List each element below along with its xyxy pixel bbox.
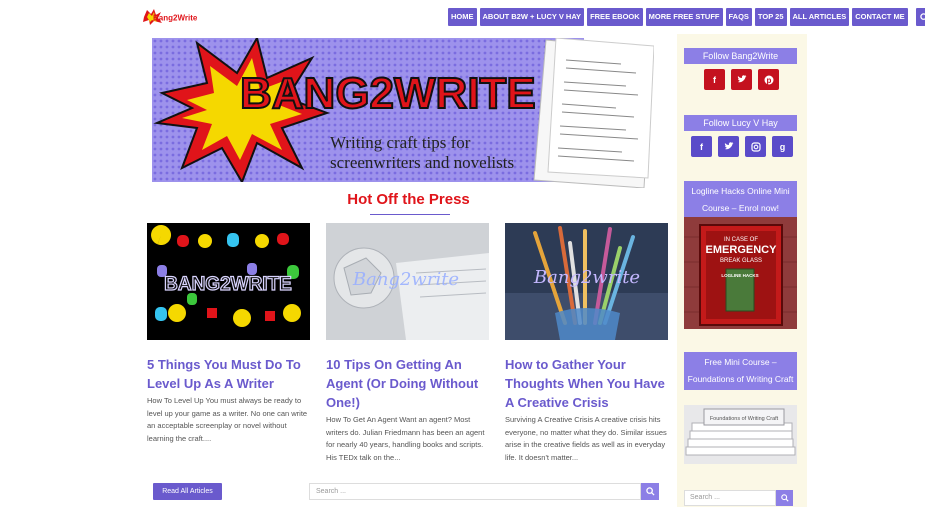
article-thumbnail[interactable]: BANG2WRITE	[147, 223, 310, 340]
article-title[interactable]: How to Gather Your Thoughts When You Hav…	[505, 355, 668, 412]
svg-text:LOGLINE HACKS: LOGLINE HACKS	[721, 273, 758, 278]
article-card[interactable]: Bang2write How to Gather Your Thoughts W…	[505, 223, 668, 464]
goodreads-icon[interactable]: g	[772, 136, 793, 157]
article-card[interactable]: BANG2WRITE 5 Things You Must Do To Level…	[147, 223, 310, 445]
facebook-icon[interactable]: f	[704, 69, 725, 90]
nav-contact-me[interactable]: CONTACT ME	[852, 8, 908, 26]
search-icon	[645, 487, 655, 496]
article-thumbnail[interactable]: Bang2write	[505, 223, 668, 340]
search-icon	[920, 12, 925, 20]
sidebar-search-input[interactable]: Search ...	[684, 490, 776, 506]
svg-text:EMERGENCY: EMERGENCY	[706, 244, 778, 256]
logline-hacks-course-image[interactable]: IN CASE OF EMERGENCY BREAK GLASS LOGLINE…	[684, 217, 797, 329]
read-all-articles-button[interactable]: Read All Articles	[153, 483, 222, 500]
nav-free-ebook[interactable]: FREE EBOOK	[587, 8, 643, 26]
pinterest-icon[interactable]: p	[758, 69, 779, 90]
site-logo[interactable]: Bang2Write	[142, 8, 204, 26]
b2w-social-icons: f p	[704, 69, 779, 90]
foundations-course-heading[interactable]: Free Mini Course – Foundations of Writin…	[684, 352, 797, 390]
article-excerpt: Surviving A Creative Crisis A creative c…	[505, 415, 667, 462]
svg-text:Bang2Write: Bang2Write	[153, 14, 198, 23]
hero-banner[interactable]: BANG2WRITE Writing craft tips for screen…	[152, 38, 584, 182]
sidebar-search-button[interactable]	[776, 490, 793, 506]
article-excerpt: How To Level Up You must always be ready…	[147, 396, 308, 443]
article-card[interactable]: Bang2write 10 Tips On Getting An Agent (…	[326, 223, 489, 464]
article-excerpt: How To Get An Agent Want an agent? Most …	[326, 415, 485, 462]
svg-text:Bang2write: Bang2write	[533, 267, 640, 288]
svg-text:Foundations of Writing Craft: Foundations of Writing Craft	[710, 416, 779, 422]
svg-text:Bang2write: Bang2write	[352, 269, 459, 290]
follow-bang2write-heading: Follow Bang2Write	[684, 48, 797, 64]
banner-tagline-1: Writing craft tips for	[330, 133, 471, 152]
follow-lucy-heading: Follow Lucy V Hay	[684, 115, 797, 131]
main-content: BANG2WRITE Writing craft tips for screen…	[140, 34, 677, 507]
svg-text:BANG2WRITE: BANG2WRITE	[164, 274, 292, 295]
main-nav: HOME ABOUT B2W + LUCY V HAY FREE EBOOK M…	[448, 8, 925, 26]
article-title[interactable]: 5 Things You Must Do To Level Up As A Wr…	[147, 355, 310, 393]
nav-faqs[interactable]: FAQS	[725, 8, 752, 26]
nav-all-articles[interactable]: ALL ARTICLES	[789, 8, 850, 26]
article-title[interactable]: 10 Tips On Getting An Agent (Or Doing Wi…	[326, 355, 489, 412]
search-button[interactable]	[641, 483, 659, 500]
nav-home[interactable]: HOME	[448, 8, 477, 26]
facebook-icon[interactable]: f	[691, 136, 712, 157]
header-search-button[interactable]	[915, 8, 925, 26]
banner-tagline-2: screenwriters and novelists	[330, 153, 514, 172]
svg-text:p: p	[766, 76, 771, 85]
sidebar: Follow Bang2Write f p Follow Lucy V Hay …	[677, 34, 807, 507]
banner-brand: BANG2WRITE	[240, 69, 536, 118]
search-input[interactable]: Search ...	[309, 483, 641, 500]
twitter-icon[interactable]	[718, 136, 739, 157]
site-header: Bang2Write HOME ABOUT B2W + LUCY V HAY F…	[0, 0, 925, 34]
section-underline	[370, 214, 450, 215]
foundations-course-image[interactable]: Foundations of Writing Craft	[684, 405, 797, 464]
search-icon	[780, 494, 789, 502]
svg-text:IN CASE OF: IN CASE OF	[724, 237, 758, 243]
script-pages-image	[533, 38, 654, 188]
nav-about[interactable]: ABOUT B2W + LUCY V HAY	[479, 8, 585, 26]
logline-hacks-course-heading[interactable]: Logline Hacks Online Mini Course – Enrol…	[684, 181, 797, 219]
section-title: Hot Off the Press	[347, 191, 470, 208]
nav-more-free-stuff[interactable]: MORE FREE STUFF	[645, 8, 723, 26]
lucy-social-icons: f g	[691, 136, 793, 157]
nav-top-25[interactable]: TOP 25	[754, 8, 787, 26]
instagram-icon[interactable]	[745, 136, 766, 157]
article-thumbnail[interactable]: Bang2write	[326, 223, 489, 340]
twitter-icon[interactable]	[731, 69, 752, 90]
svg-text:BREAK GLASS: BREAK GLASS	[720, 258, 762, 264]
